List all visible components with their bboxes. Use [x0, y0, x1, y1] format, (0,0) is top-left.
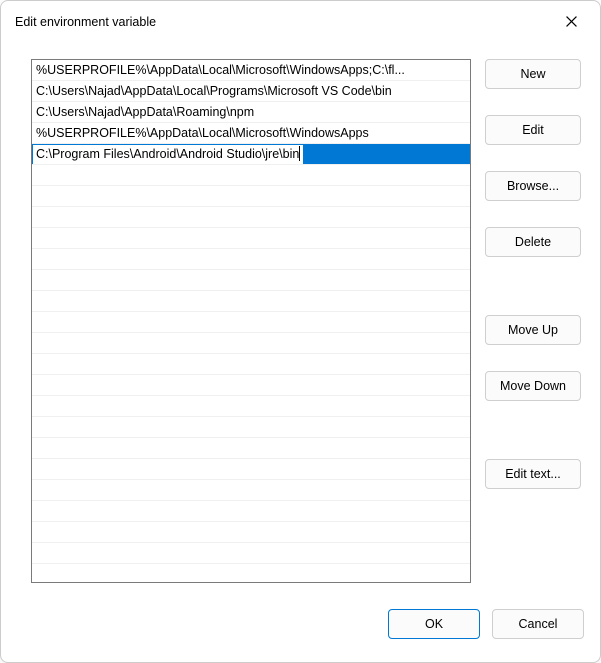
new-button[interactable]: New — [485, 59, 581, 89]
empty-row[interactable] — [32, 459, 470, 480]
list-item[interactable]: %USERPROFILE%\AppData\Local\Microsoft\Wi… — [32, 60, 470, 81]
empty-row[interactable] — [32, 165, 470, 186]
move-up-button[interactable]: Move Up — [485, 315, 581, 345]
inline-edit-value: C:\Program Files\Android\Android Studio\… — [36, 147, 299, 161]
empty-row[interactable] — [32, 186, 470, 207]
empty-row[interactable] — [32, 438, 470, 459]
browse-button[interactable]: Browse... — [485, 171, 581, 201]
text-caret — [299, 146, 300, 161]
empty-row[interactable] — [32, 291, 470, 312]
titlebar: Edit environment variable — [1, 1, 600, 41]
empty-row[interactable] — [32, 480, 470, 501]
empty-row[interactable] — [32, 228, 470, 249]
empty-row[interactable] — [32, 564, 470, 583]
edit-button[interactable]: Edit — [485, 115, 581, 145]
empty-row[interactable] — [32, 207, 470, 228]
empty-row[interactable] — [32, 417, 470, 438]
list-item[interactable]: C:\Users\Najad\AppData\Local\Programs\Mi… — [32, 81, 470, 102]
dialog-footer: OK Cancel — [1, 600, 600, 662]
empty-row[interactable] — [32, 375, 470, 396]
empty-row[interactable] — [32, 396, 470, 417]
edit-env-var-dialog: Edit environment variable %USERPROFILE%\… — [0, 0, 601, 663]
empty-row[interactable] — [32, 543, 470, 564]
close-button[interactable] — [556, 6, 586, 36]
inline-edit-input[interactable]: C:\Program Files\Android\Android Studio\… — [33, 145, 303, 164]
empty-row[interactable] — [32, 270, 470, 291]
cancel-button[interactable]: Cancel — [492, 609, 584, 639]
empty-row[interactable] — [32, 522, 470, 543]
window-title: Edit environment variable — [15, 13, 156, 29]
move-down-button[interactable]: Move Down — [485, 371, 581, 401]
close-icon — [566, 16, 577, 27]
empty-row[interactable] — [32, 354, 470, 375]
list-item[interactable]: C:\Users\Najad\AppData\Roaming\npm — [32, 102, 470, 123]
empty-row[interactable] — [32, 249, 470, 270]
list-item-editing[interactable]: C:\Program Files\Android\Android Studio\… — [32, 144, 470, 165]
delete-button[interactable]: Delete — [485, 227, 581, 257]
empty-row[interactable] — [32, 333, 470, 354]
edit-text-button[interactable]: Edit text... — [485, 459, 581, 489]
path-listbox[interactable]: %USERPROFILE%\AppData\Local\Microsoft\Wi… — [31, 59, 471, 583]
list-item[interactable]: %USERPROFILE%\AppData\Local\Microsoft\Wi… — [32, 123, 470, 144]
ok-button[interactable]: OK — [388, 609, 480, 639]
button-sidebar: New Edit Browse... Delete Move Up Move D… — [485, 59, 581, 600]
dialog-content: %USERPROFILE%\AppData\Local\Microsoft\Wi… — [1, 41, 600, 600]
empty-row[interactable] — [32, 312, 470, 333]
empty-row[interactable] — [32, 501, 470, 522]
